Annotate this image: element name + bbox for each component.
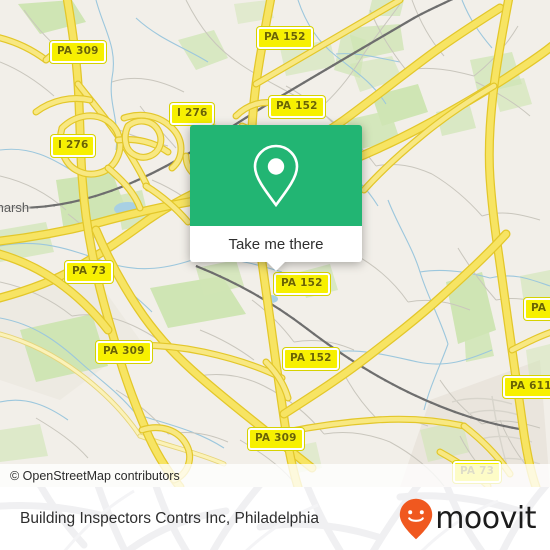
map-pin-icon: [253, 144, 299, 207]
road-shield-pa-73: PA 73: [65, 261, 114, 283]
road-shield-pa-152: PA 152: [274, 273, 330, 295]
road-shield-pa-309: PA 309: [50, 41, 106, 63]
location-title: Building Inspectors Contrs Inc, Philadel…: [20, 509, 319, 527]
take-me-there-label: Take me there: [228, 235, 324, 253]
footer-bar: Building Inspectors Contrs Inc, Philadel…: [0, 487, 550, 550]
moovit-logo[interactable]: moovit: [399, 498, 536, 540]
map-viewport[interactable]: .lu-park { fill:#cfe5b4; } .lu-grass { f…: [0, 0, 550, 487]
road-shield-pa-611: PA 611: [503, 376, 550, 398]
road-shield-i-276: I 276: [170, 103, 215, 125]
moovit-wordmark: moovit: [435, 500, 536, 536]
popup-image-area: [190, 125, 362, 226]
map-place-label: marsh: [0, 200, 30, 215]
road-shield-pa-611: PA 611: [524, 298, 550, 320]
location-popup-card[interactable]: Take me there: [190, 125, 362, 271]
moovit-location-page: .lu-park { fill:#cfe5b4; } .lu-grass { f…: [0, 0, 550, 550]
moovit-pin-smiley-icon: [400, 498, 433, 539]
take-me-there-button[interactable]: Take me there: [190, 226, 362, 271]
road-shield-pa-152: PA 152: [283, 348, 339, 370]
road-shield-pa-152: PA 152: [269, 96, 325, 118]
road-shield-pa-309: PA 309: [96, 341, 152, 363]
map-attribution-bar: © OpenStreetMap contributors: [0, 464, 550, 487]
osm-attribution-text: © OpenStreetMap contributors: [10, 468, 180, 483]
road-shield-pa-309: PA 309: [248, 428, 304, 450]
road-shield-pa-152: PA 152: [257, 27, 313, 49]
road-shield-i-276: I 276: [51, 135, 96, 157]
popup-pointer: [267, 262, 285, 271]
